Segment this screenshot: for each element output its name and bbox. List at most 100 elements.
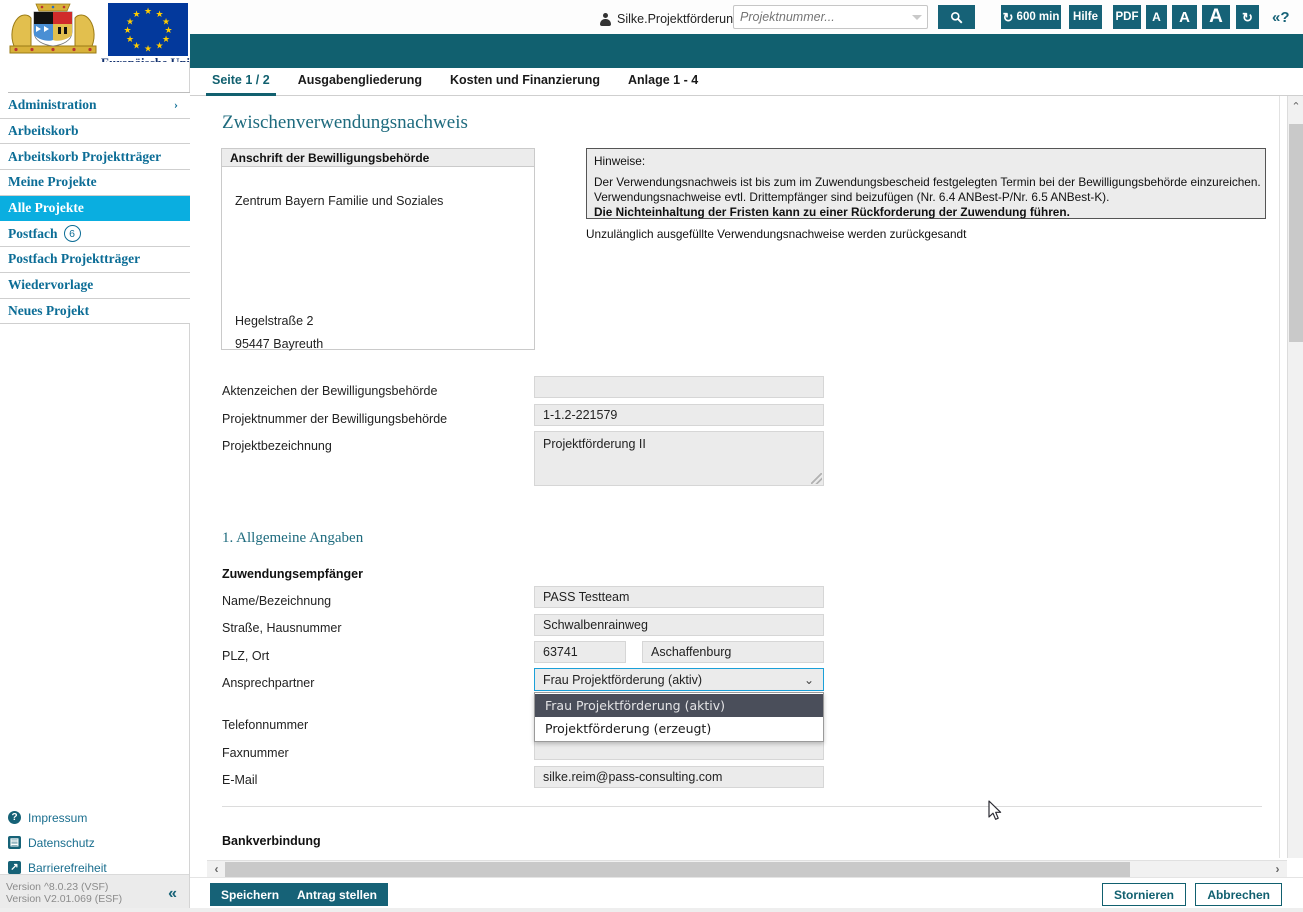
hinweise-line-3-bold: Die Nichteinhaltung der Fristen kann zu … [594, 205, 1070, 219]
footer-link-label: Impressum [28, 810, 88, 825]
sidebar-item-administration[interactable]: Administration › [0, 93, 190, 119]
chevron-right-icon: › [174, 97, 178, 112]
label-strasse-hausnummer: Straße, Hausnummer [222, 621, 342, 635]
section-divider [222, 806, 1262, 807]
sidebar-item-meine-projekte[interactable]: Meine Projekte [0, 170, 190, 196]
label-email: E-Mail [222, 773, 258, 787]
postfach-count-badge: 6 [63, 225, 81, 243]
pdf-button[interactable]: PDF [1113, 5, 1141, 29]
select-ansprechpartner[interactable]: Frau Projektförderung (aktiv) ⌄ [534, 668, 824, 691]
scroll-right-arrow-icon[interactable]: › [1269, 861, 1286, 877]
font-size-medium-button[interactable]: A [1172, 5, 1197, 29]
question-circle-icon: ? [8, 811, 21, 824]
font-size-large-button[interactable]: A [1202, 5, 1230, 29]
sidebar-item-arbeitskorb-projekttraeger[interactable]: Arbeitskorb Projektträger [0, 144, 190, 171]
sidebar-item-postfach[interactable]: Postfach 6 [0, 221, 190, 248]
svg-text:★: ★ [144, 6, 152, 16]
address-city: 95447 Bayreuth [235, 337, 324, 351]
section-title-allgemeine-angaben: 1. Allgemeine Angaben [222, 530, 364, 546]
label-projektbezeichnung: Projektbezeichnung [222, 439, 332, 453]
address-street: Hegelstraße 2 [235, 314, 314, 328]
search-input[interactable] [734, 6, 909, 28]
input-projektnummer[interactable]: 1-1.2-221579 [534, 404, 824, 426]
teal-banner [190, 34, 1303, 68]
svg-text:★: ★ [144, 44, 152, 54]
search-button[interactable] [938, 5, 975, 29]
horizontal-scrollbar-thumb[interactable] [225, 862, 1130, 877]
session-timer-button[interactable]: ↻ 600 min [1001, 5, 1061, 29]
tab-ausgabengliederung[interactable]: Ausgabengliederung [298, 68, 422, 95]
horizontal-scrollbar[interactable]: ‹ › [207, 860, 1287, 877]
hinweise-line-2: Verwendungsnachweise evtl. Drittempfänge… [594, 190, 1110, 204]
label-ansprechpartner: Ansprechpartner [222, 676, 315, 690]
save-button[interactable]: Speichern [210, 883, 291, 906]
vertical-scrollbar[interactable]: ⌃ [1287, 96, 1303, 858]
sidebar-item-wiedervorlage[interactable]: Wiedervorlage [0, 272, 190, 299]
tab-anlage-1-4[interactable]: Anlage 1 - 4 [628, 68, 698, 95]
search-field-wrapper[interactable] [733, 5, 928, 29]
dropdown-ansprechpartner-options[interactable]: Frau Projektförderung (aktiv) Projektför… [534, 692, 824, 742]
scroll-up-arrow-icon[interactable]: ⌃ [1288, 98, 1303, 115]
sidebar-item-label: Wiedervorlage [8, 277, 94, 293]
label-aktenzeichen: Aktenzeichen der Bewilligungsbehörde [222, 384, 438, 398]
resize-grip-icon[interactable] [811, 473, 822, 484]
bottom-strip [0, 908, 1303, 912]
cancel-application-button[interactable]: Stornieren [1101, 883, 1186, 906]
input-aktenzeichen[interactable] [534, 376, 824, 398]
input-plz[interactable]: 63741 [534, 641, 626, 663]
footer-link-label: Datenschutz [28, 835, 95, 850]
sidebar-footer-links: ? Impressum ▤ Datenschutz ↗ Barrierefrei… [8, 805, 188, 880]
sidebar-item-arbeitskorb[interactable]: Arbeitskorb [0, 118, 190, 145]
eu-flag-icon: ★ ★ ★ ★ ★ ★ ★ ★ ★ ★ ★ ★ [108, 3, 188, 56]
address-box: Zentrum Bayern Familie und Soziales Hege… [221, 167, 535, 351]
scroll-left-arrow-icon[interactable]: ‹ [208, 861, 225, 877]
footer-link-impressum[interactable]: ? Impressum [8, 805, 188, 830]
hinweise-title: Hinweise: [594, 154, 646, 168]
help-button[interactable]: Hilfe [1069, 5, 1102, 29]
input-strasse-hausnummer[interactable]: Schwalbenrainweg [534, 614, 824, 636]
footer-link-label: Barrierefreiheit [28, 860, 107, 875]
collapse-toolbar-button[interactable]: «? [1272, 6, 1290, 28]
sidebar-item-label: Meine Projekte [8, 174, 97, 190]
chevron-down-icon[interactable] [912, 15, 922, 20]
version-line-esf: Version V2.01.069 (ESF) [6, 893, 123, 905]
input-name-bezeichnung[interactable]: PASS Testteam [534, 586, 824, 608]
sidebar-item-label: Administration [8, 97, 97, 113]
font-size-small-button[interactable]: A [1146, 5, 1167, 29]
svg-text:★: ★ [132, 9, 140, 19]
abort-button[interactable]: Abbrechen [1195, 883, 1282, 906]
select-ansprechpartner-value: Frau Projektförderung (aktiv) [543, 672, 703, 687]
tab-seite-1-2[interactable]: Seite 1 / 2 [206, 68, 276, 96]
submit-application-button[interactable]: Antrag stellen [286, 883, 389, 906]
label-projektnummer: Projektnummer der Bewilligungsbehörde [222, 412, 448, 426]
sidebar-item-postfach-projekttraeger[interactable]: Postfach Projektträger [0, 247, 190, 273]
document-icon: ▤ [8, 836, 21, 849]
footer-link-datenschutz[interactable]: ▤ Datenschutz [8, 830, 188, 855]
address-legend: Anschrift der Bewilligungsbehörde [221, 148, 535, 167]
sidebar-item-neues-projekt[interactable]: Neues Projekt [0, 298, 190, 325]
input-ort[interactable]: Aschaffenburg [642, 641, 824, 663]
tab-kosten-und-finanzierung[interactable]: Kosten und Finanzierung [450, 68, 600, 95]
hinweise-box: Hinweise: Der Verwendungsnachweis ist bi… [586, 148, 1266, 219]
action-bar: Speichern Antrag stellen Stornieren Abbr… [190, 877, 1303, 912]
sidebar-nav: Administration › Arbeitskorb Arbeitskorb… [0, 93, 190, 325]
page-title: Zwischenverwendungsnachweis [222, 112, 468, 133]
version-line-vsf: Version ^8.0.23 (VSF) [6, 881, 109, 893]
reload-button[interactable]: ↻ [1236, 5, 1259, 29]
dropdown-option-projektfoerderung-erzeugt[interactable]: Projektförderung (erzeugt) [535, 717, 823, 740]
sidebar-item-label: Neues Projekt [8, 302, 90, 318]
user-icon [600, 12, 611, 26]
label-faxnummer: Faxnummer [222, 746, 289, 760]
address-authority-name: Zentrum Bayern Familie und Soziales [235, 194, 444, 208]
user-name-label: Silke.Projektförderung [617, 12, 740, 26]
vertical-scrollbar-thumb[interactable] [1289, 124, 1303, 342]
subheading-bankverbindung: Bankverbindung [222, 834, 321, 848]
sidebar-item-label: Postfach Projektträger [8, 251, 141, 267]
sidebar-item-alle-projekte[interactable]: Alle Projekte [0, 195, 190, 222]
dropdown-option-frau-projektfoerderung-aktiv[interactable]: Frau Projektförderung (aktiv) [535, 694, 823, 717]
hinweise-extra-note: Unzulänglich ausgefüllte Verwendungsnach… [586, 227, 967, 241]
form-content: Zwischenverwendungsnachweis Anschrift de… [190, 96, 1280, 858]
collapse-sidebar-button[interactable]: « [168, 885, 177, 903]
input-email[interactable]: silke.reim@pass-consulting.com [534, 766, 824, 788]
textarea-projektbezeichnung[interactable]: Projektförderung II [534, 431, 824, 486]
